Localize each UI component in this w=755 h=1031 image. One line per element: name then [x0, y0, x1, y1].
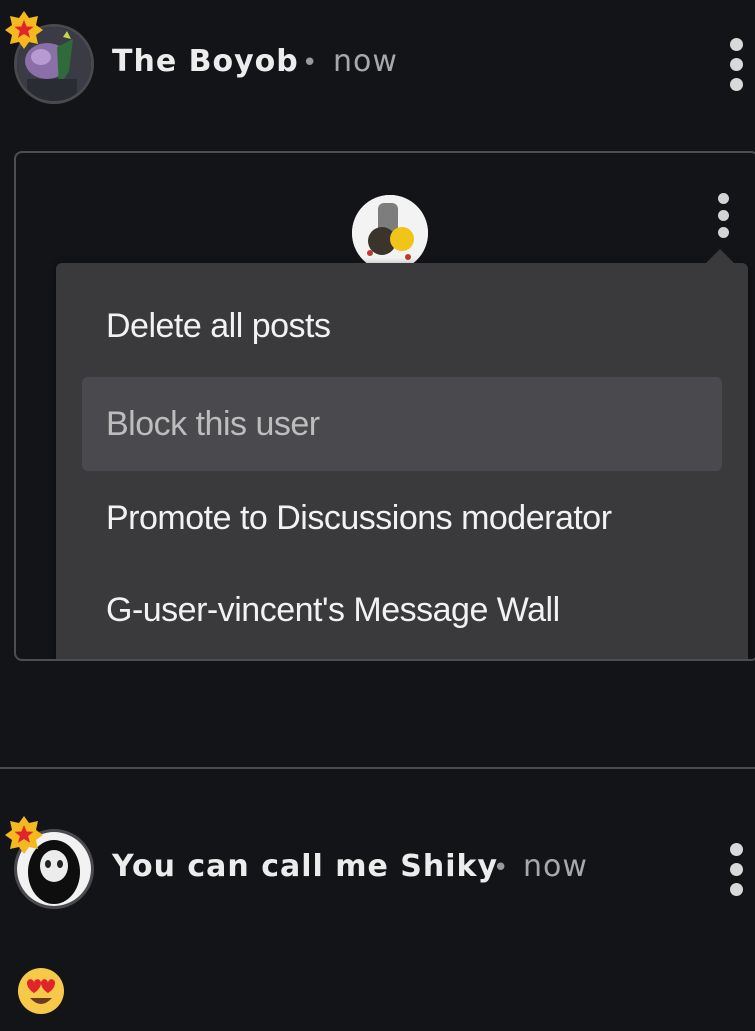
post-divider [0, 767, 755, 769]
separator-dot: • [493, 853, 509, 883]
discussion-thread: The Boyob • now Delete all posts Block t… [0, 0, 755, 1031]
menu-item-delete-all-posts[interactable]: Delete all posts [82, 279, 722, 373]
star-badge-icon [5, 11, 43, 49]
separator-dot: • [302, 48, 318, 78]
author-name[interactable]: The Boyob [112, 44, 299, 79]
avatar-container[interactable] [5, 11, 94, 104]
avatar-container[interactable] [5, 816, 94, 909]
post-timestamp: now [523, 849, 588, 884]
author-name[interactable]: You can call me Shiky [112, 849, 498, 884]
kebab-menu-icon[interactable] [726, 843, 748, 897]
user-avatar-image [352, 195, 428, 271]
post-header: You can call me Shiky • now [0, 815, 755, 925]
heart-eyes-emoji-icon [18, 968, 64, 1014]
post-timestamp: now [333, 44, 398, 79]
embedded-screenshot: Delete all posts Block this user Promote… [14, 151, 755, 661]
menu-item-message-wall[interactable]: G-user-vincent's Message Wall [82, 563, 722, 657]
star-badge-icon [5, 816, 43, 854]
menu-pointer [704, 249, 736, 265]
post-header: The Boyob • now [0, 10, 755, 120]
context-menu: Delete all posts Block this user Promote… [56, 249, 748, 659]
kebab-menu-icon[interactable] [726, 38, 748, 92]
menu-item-block-user[interactable]: Block this user [82, 377, 722, 471]
menu-item-promote-moderator[interactable]: Promote to Discussions moderator [82, 471, 722, 565]
kebab-menu-icon[interactable] [716, 193, 732, 241]
user-avatar[interactable] [352, 195, 428, 271]
